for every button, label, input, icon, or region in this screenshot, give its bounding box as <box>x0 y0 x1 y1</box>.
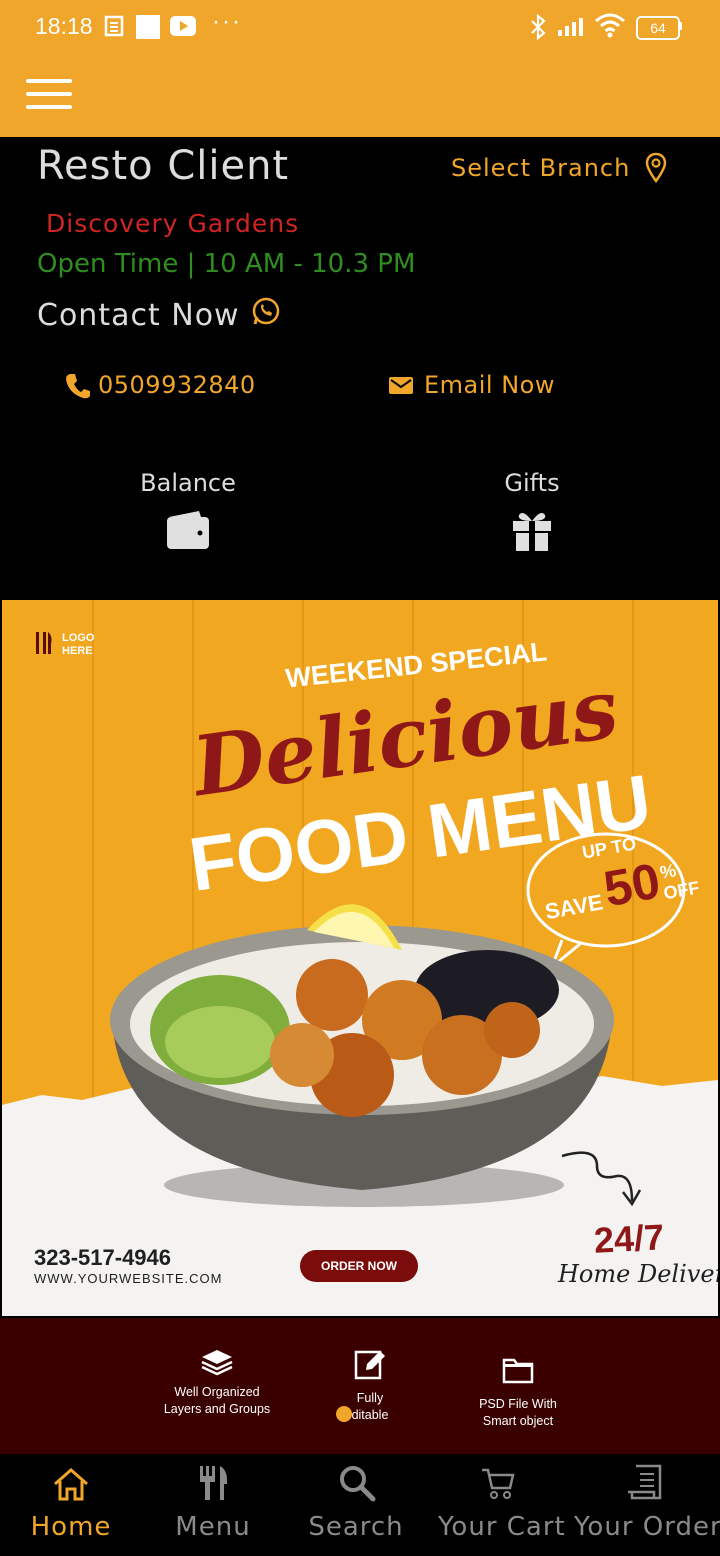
more-notifications-icon: ··· <box>212 8 242 35</box>
cart-icon <box>482 1468 515 1499</box>
feature-psd-line-1: PSD File With <box>479 1397 557 1411</box>
logo-line-2: HERE <box>62 645 93 657</box>
edit-icon <box>354 1350 385 1380</box>
order-now-button[interactable]: ORDER NOW <box>300 1250 418 1282</box>
phone-link[interactable]: 0509932840 <box>64 371 256 399</box>
balance-label: Balance <box>140 469 236 497</box>
battery-icon: 64 <box>636 16 680 40</box>
bottom-navigation: Home Menu Search Your Cart Your Orders <box>0 1456 720 1556</box>
feature-psd: PSD File With Smart object <box>458 1356 578 1430</box>
24-7-text: 24/7 <box>592 1216 666 1261</box>
feature-layers: Well Organized Layers and Groups <box>147 1348 287 1418</box>
feature-psd-line-2: Smart object <box>482 1414 554 1428</box>
nav-menu-label: Menu <box>175 1512 251 1542</box>
youtube-icon <box>170 16 196 36</box>
nav-menu[interactable]: Menu <box>152 1456 274 1556</box>
feature-editable-line-2: ditable <box>351 1408 389 1422</box>
battery-level: 64 <box>650 20 666 36</box>
notification-square-icon <box>136 15 160 39</box>
branch-name: Discovery Gardens <box>46 209 300 238</box>
email-icon <box>389 377 413 394</box>
banner-phone: 323-517-4946 <box>34 1245 172 1270</box>
app-bar: 18:18 ··· 64 <box>0 0 720 137</box>
layers-icon <box>201 1350 233 1376</box>
phone-icon <box>66 374 90 399</box>
orange-dot <box>336 1406 352 1422</box>
select-branch-label: Select Branch <box>451 154 631 182</box>
receipt-icon <box>628 1464 662 1500</box>
app-title: Resto Client <box>37 143 290 189</box>
wifi-icon <box>595 13 625 38</box>
gifts-label: Gifts <box>504 469 560 497</box>
home-delivery-text: Home Delivery <box>558 1260 718 1288</box>
email-now-label: Email Now <box>424 371 555 399</box>
battery-tip <box>679 22 682 30</box>
whatsapp-icon[interactable] <box>250 296 282 328</box>
balance-button[interactable]: Balance <box>128 469 248 551</box>
status-time: 18:18 <box>35 13 93 39</box>
percent-off: % OFF <box>658 857 701 905</box>
contact-now-heading: Contact Now <box>37 298 240 333</box>
hamburger-menu-icon[interactable] <box>26 79 72 118</box>
logo-utensils-icon <box>36 632 52 654</box>
nav-search-label: Search <box>308 1512 404 1542</box>
banner-website: WWW.YOURWEBSITE.COM <box>34 1271 223 1286</box>
banner-features-strip: Well Organized Layers and Groups Fully d… <box>0 1318 720 1454</box>
nav-orders-label: Your Orders <box>574 1512 720 1542</box>
food-bowl-image <box>110 904 614 1207</box>
signal-icon <box>558 18 583 36</box>
news-icon <box>104 15 124 37</box>
email-link[interactable]: Email Now <box>388 371 555 399</box>
arrow-doodle-icon <box>561 1151 642 1207</box>
folder-icon <box>502 1358 534 1384</box>
location-pin-icon <box>646 152 667 184</box>
bluetooth-icon <box>531 14 546 40</box>
nav-cart-label: Your Cart <box>438 1512 566 1542</box>
wallet-icon <box>167 511 209 549</box>
contact-now-row[interactable]: Contact Now <box>37 296 282 333</box>
nav-home-label: Home <box>30 1512 112 1542</box>
search-icon <box>340 1466 376 1502</box>
logo-line-1: LOGO <box>62 632 95 644</box>
gifts-button[interactable]: Gifts <box>472 469 592 553</box>
gift-icon <box>513 513 551 551</box>
phone-number: 0509932840 <box>98 371 256 399</box>
nav-orders[interactable]: Your Orders <box>574 1456 720 1556</box>
logo-placeholder: LOGO HERE <box>62 632 94 658</box>
select-branch-button[interactable]: Select Branch <box>451 151 668 185</box>
open-time: Open Time | 10 AM - 10.3 PM <box>37 249 416 279</box>
home-icon <box>54 1468 88 1501</box>
feature-layers-line-2: Layers and Groups <box>163 1402 271 1416</box>
nav-search[interactable]: Search <box>294 1456 418 1556</box>
feature-layers-line-1: Well Organized <box>174 1385 260 1399</box>
nav-cart[interactable]: Your Cart <box>438 1456 566 1556</box>
feature-editable: Fully ditable <box>320 1348 420 1424</box>
promo-banner[interactable]: LOGO HERE WEEKEND SPECIAL Delicious FOOD… <box>2 600 718 1316</box>
feature-editable-line-1: Fully <box>356 1391 384 1405</box>
utensils-icon <box>200 1466 228 1500</box>
nav-home[interactable]: Home <box>10 1456 132 1556</box>
